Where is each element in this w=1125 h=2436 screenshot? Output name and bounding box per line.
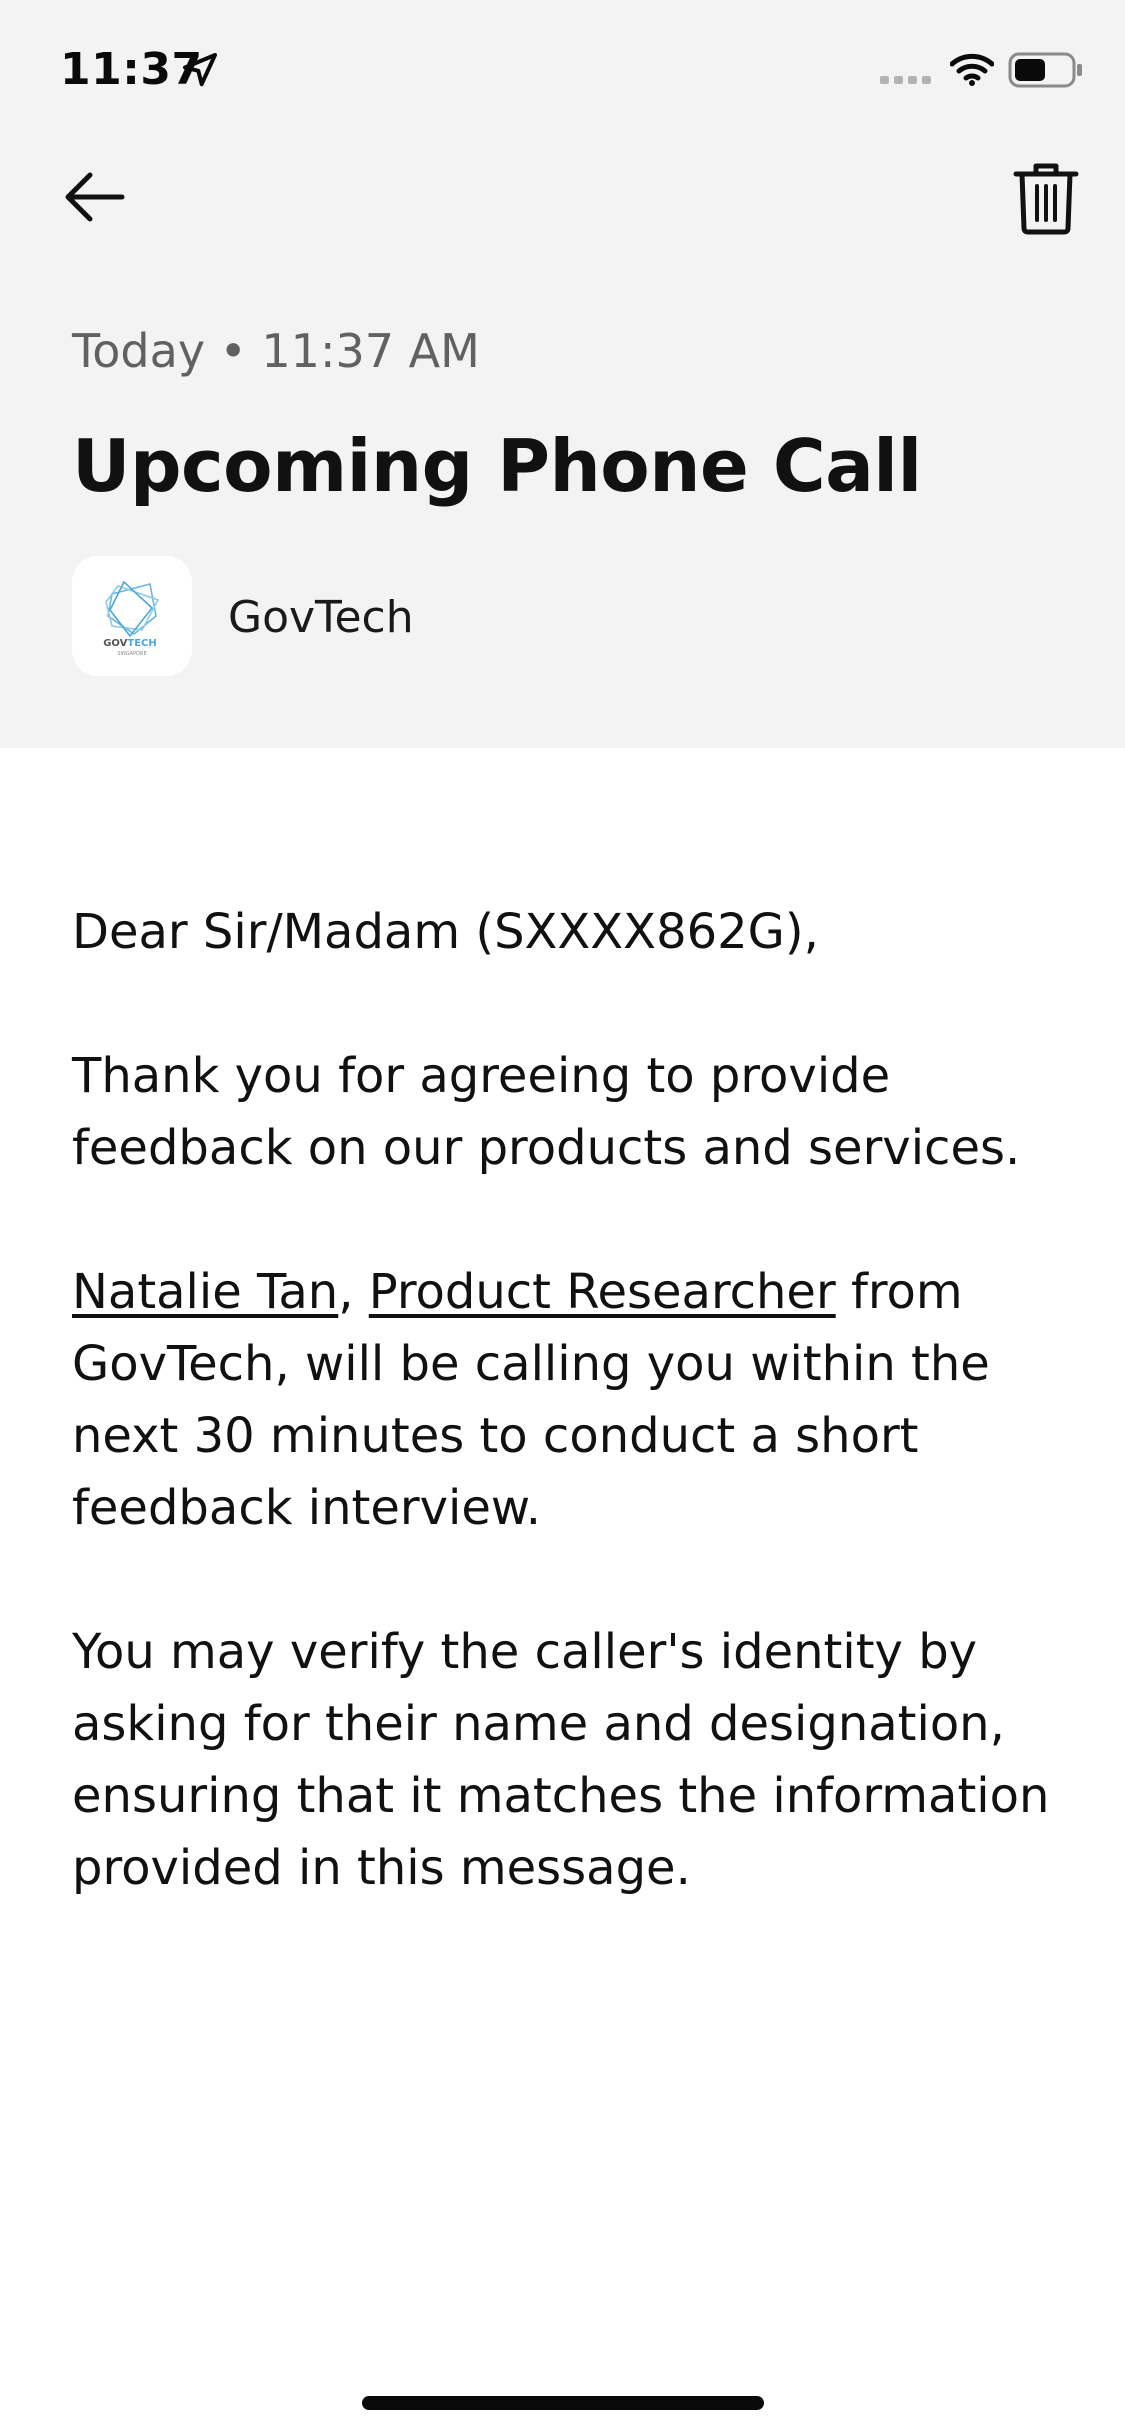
battery-icon bbox=[1008, 52, 1082, 88]
caller-separator: , bbox=[338, 1264, 369, 1320]
back-button[interactable] bbox=[60, 160, 130, 230]
caller-name-link[interactable]: Natalie Tan bbox=[72, 1264, 338, 1320]
trash-icon bbox=[1013, 163, 1079, 235]
arrow-left-icon bbox=[65, 172, 125, 222]
message-title: Upcoming Phone Call bbox=[72, 424, 922, 508]
caller-role-link[interactable]: Product Researcher bbox=[369, 1264, 836, 1320]
sender-logo: GOVTECH SINGAPORE bbox=[72, 556, 192, 676]
message-body: Dear Sir/Madam (SXXXX862G), Thank you fo… bbox=[72, 896, 1072, 1904]
delete-button[interactable] bbox=[1012, 160, 1080, 236]
svg-text:SINGAPORE: SINGAPORE bbox=[117, 651, 146, 657]
paragraph-caller: Natalie Tan, Product Researcher from Gov… bbox=[72, 1256, 1072, 1544]
home-indicator[interactable] bbox=[362, 2396, 764, 2410]
greeting: Dear Sir/Madam (SXXXX862G), bbox=[72, 904, 819, 960]
message-header: 11:37 Today • 11:37 AM Upcoming Phone Ca… bbox=[0, 0, 1125, 748]
govtech-logo-icon: GOVTECH SINGAPORE bbox=[103, 580, 160, 657]
paragraph-verify: You may verify the caller's identity by … bbox=[72, 1624, 1050, 1896]
sender-name: GovTech bbox=[228, 592, 414, 643]
paragraph-thanks: Thank you for agreeing to provide feedba… bbox=[72, 1048, 1021, 1176]
status-bar: 11:37 bbox=[0, 0, 1125, 132]
message-timestamp: Today • 11:37 AM bbox=[72, 324, 480, 378]
signal-icon bbox=[880, 76, 931, 84]
wifi-icon bbox=[950, 53, 994, 86]
svg-text:GOVTECH: GOVTECH bbox=[103, 638, 157, 649]
location-arrow-icon bbox=[183, 53, 217, 87]
